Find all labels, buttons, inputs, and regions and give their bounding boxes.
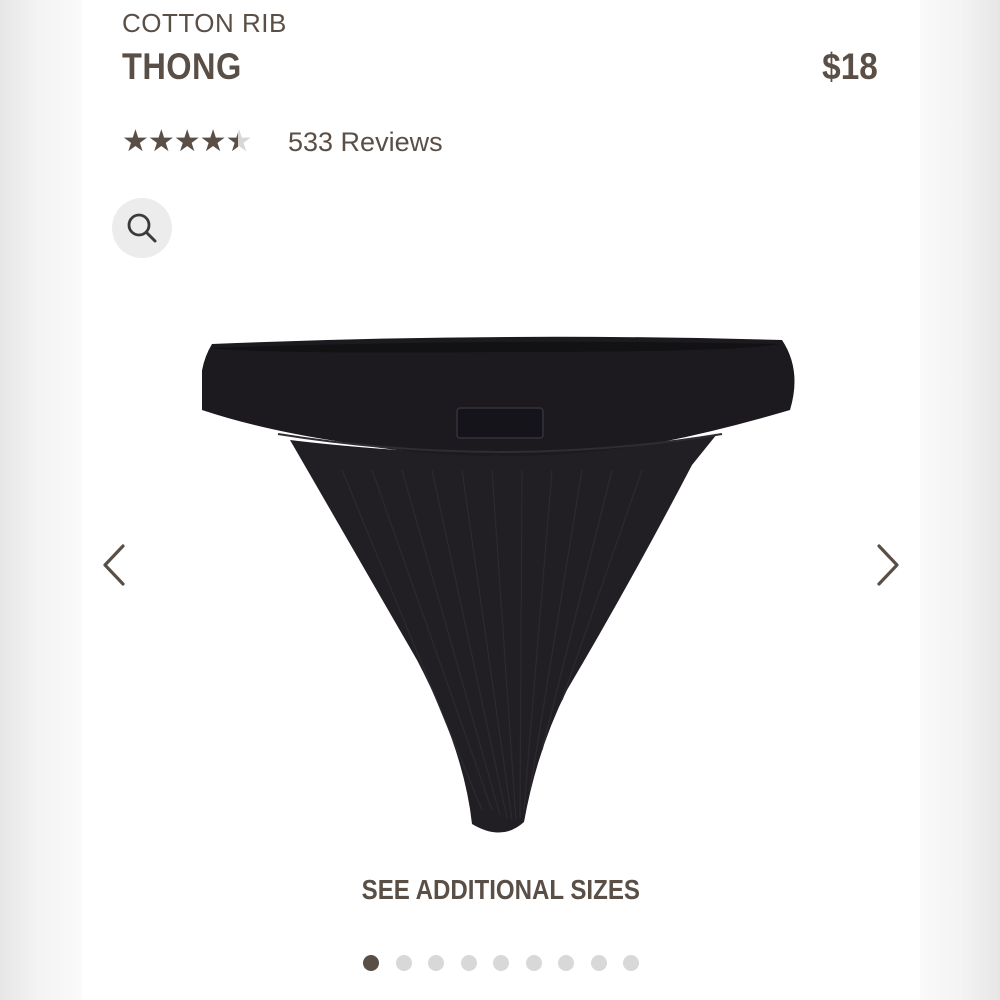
chevron-right-icon [877, 544, 899, 586]
carousel-dot[interactable] [460, 955, 477, 971]
next-image-button[interactable] [868, 540, 908, 590]
product-subtitle: COTTON RIB [122, 8, 287, 38]
carousel-dot[interactable] [428, 955, 444, 971]
carousel-dot[interactable] [395, 955, 412, 971]
reviews-link[interactable]: 533 Reviews [288, 127, 443, 158]
stars-filled: ★★★★★ [122, 127, 238, 157]
carousel-dot[interactable] [493, 955, 509, 971]
product-price: $18 [822, 46, 878, 87]
product-card: COTTON RIB THONG $18 ★★★★★ ★★★★★ 533 Rev… [82, 0, 920, 1000]
rating-row[interactable]: ★★★★★ ★★★★★ 533 Reviews [122, 124, 443, 160]
carousel-dot[interactable] [558, 955, 574, 971]
search-icon [127, 213, 157, 243]
star-rating: ★★★★★ ★★★★★ [122, 127, 272, 157]
carousel-dots [82, 955, 920, 971]
chevron-left-icon [103, 544, 125, 586]
logo-patch [456, 407, 544, 439]
carousel-dot[interactable] [623, 955, 639, 971]
page-background: COTTON RIB THONG $18 ★★★★★ ★★★★★ 533 Rev… [0, 0, 1000, 1000]
carousel-dot[interactable] [525, 955, 542, 971]
carousel-dot[interactable] [590, 955, 607, 971]
see-additional-sizes-link[interactable]: SEE ADDITIONAL SIZES [82, 874, 920, 906]
see-sizes-label: SEE ADDITIONAL SIZES [361, 874, 641, 905]
product-image [202, 336, 795, 833]
product-title: THONG [122, 46, 242, 87]
zoom-button[interactable] [112, 198, 172, 258]
previous-image-button[interactable] [94, 540, 134, 590]
carousel-dot-active[interactable] [363, 955, 379, 971]
